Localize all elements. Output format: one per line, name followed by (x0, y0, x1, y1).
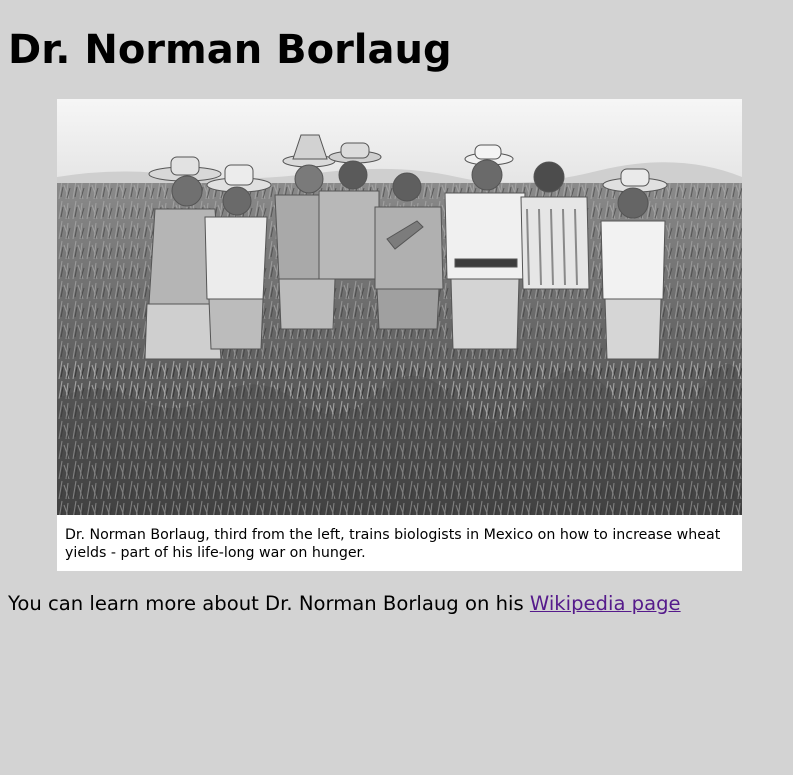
figure: Dr. Norman Borlaug, third from the left,… (57, 99, 742, 571)
info-paragraph: You can learn more about Dr. Norman Borl… (8, 591, 681, 617)
wikipedia-link[interactable]: Wikipedia page (530, 592, 681, 615)
page-title: Dr. Norman Borlaug (8, 27, 452, 73)
borlaug-photo (57, 99, 742, 515)
figure-caption: Dr. Norman Borlaug, third from the left,… (65, 527, 721, 561)
info-text: You can learn more about Dr. Norman Borl… (8, 592, 530, 615)
